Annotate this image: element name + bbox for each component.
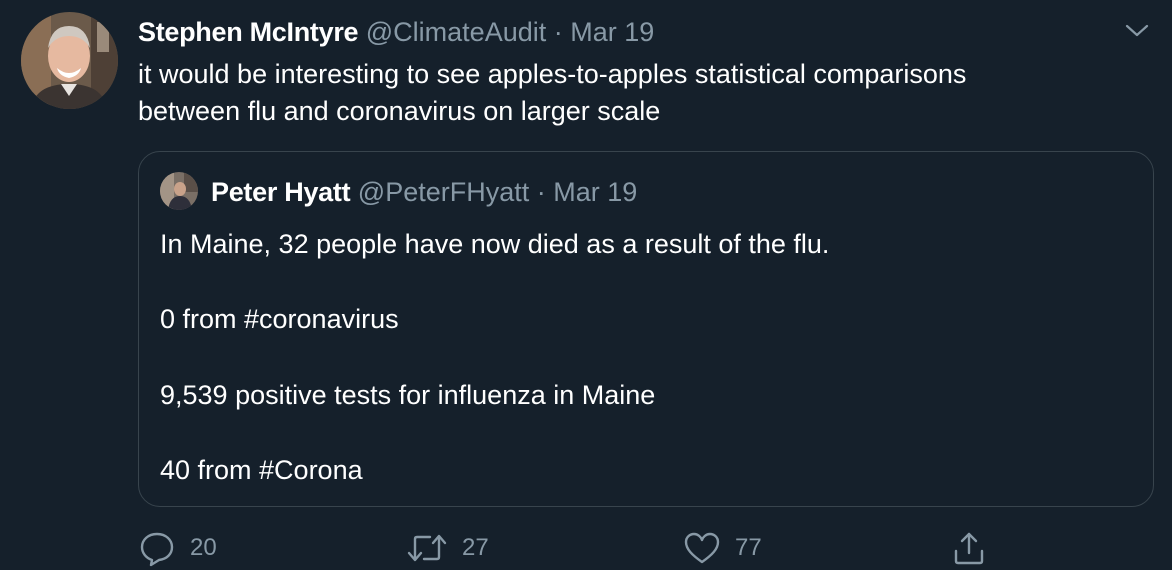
separator-dot: ·	[553, 17, 563, 47]
quoted-text-line: 9,539 positive tests for influenza in Ma…	[160, 380, 656, 410]
reply-icon[interactable]	[138, 529, 176, 567]
tweet-header: Stephen McIntyre @ClimateAudit · Mar 19	[138, 14, 654, 50]
tweet-date[interactable]: Mar 19	[570, 17, 654, 47]
tweet-text: it would be interesting to see apples-to…	[138, 56, 1138, 130]
quoted-tweet[interactable]: Peter Hyatt @PeterFHyatt · Mar 19 In Mai…	[138, 151, 1154, 507]
reply-count: 20	[190, 534, 217, 561]
reply-button[interactable]: 20	[138, 528, 217, 568]
quoted-author-name: Peter Hyatt	[211, 177, 351, 207]
like-count: 77	[735, 534, 762, 561]
quoted-tweet-header: Peter Hyatt @PeterFHyatt · Mar 19	[211, 174, 637, 210]
author-name[interactable]: Stephen McIntyre	[138, 17, 359, 47]
like-button[interactable]: 77	[683, 528, 762, 568]
share-icon[interactable]	[950, 529, 988, 567]
retweet-button[interactable]: 27	[406, 528, 489, 568]
quoted-author-avatar	[160, 172, 198, 210]
chevron-down-icon[interactable]	[1124, 18, 1150, 44]
quoted-tweet-date: Mar 19	[553, 177, 638, 207]
quoted-text-line: 0 from #coronavirus	[160, 304, 399, 334]
tweet-card[interactable]: Stephen McIntyre @ClimateAudit · Mar 19 …	[0, 0, 1172, 570]
author-avatar[interactable]	[21, 12, 118, 109]
like-icon[interactable]	[683, 529, 721, 567]
quoted-author-handle: @PeterFHyatt	[357, 177, 530, 207]
quoted-text-line: 40 from #Corona	[160, 455, 363, 485]
quoted-text-line: In Maine, 32 people have now died as a r…	[160, 229, 830, 259]
retweet-count: 27	[462, 534, 489, 561]
share-button[interactable]	[950, 528, 988, 568]
tweet-text-line: between flu and coronavirus on larger sc…	[138, 96, 661, 126]
separator-dot: ·	[536, 177, 546, 207]
retweet-icon[interactable]	[406, 529, 448, 567]
author-handle[interactable]: @ClimateAudit	[366, 17, 546, 47]
tweet-text-line: it would be interesting to see apples-to…	[138, 59, 967, 89]
